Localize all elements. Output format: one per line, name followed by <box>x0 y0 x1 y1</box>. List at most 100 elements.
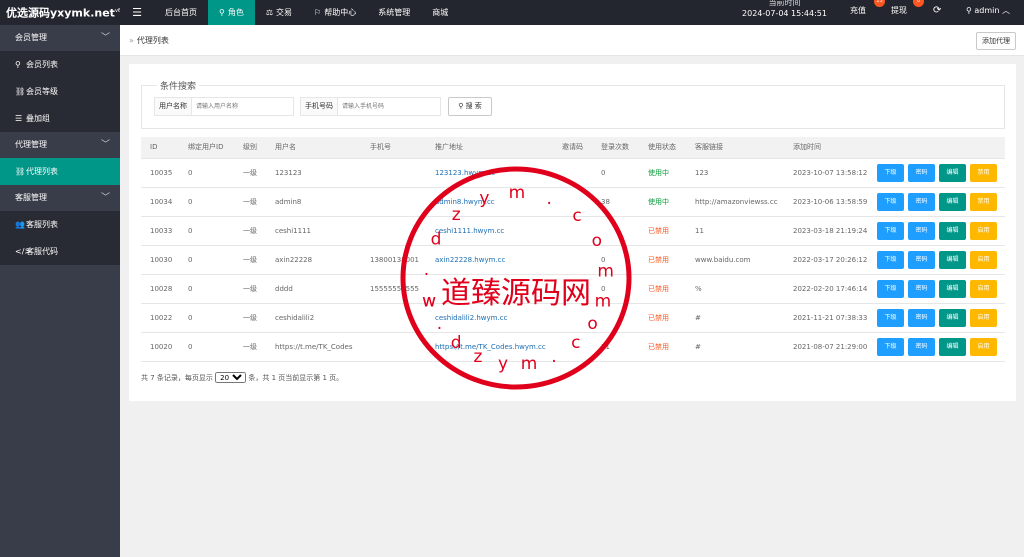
password-button[interactable]: 密码 <box>908 250 935 269</box>
cell-service: 123 <box>686 158 784 188</box>
stamp-ring-top-char: o <box>592 231 602 251</box>
sidebar-item-label: 客服列表 <box>26 220 58 229</box>
sidebar-item-2-1[interactable]: </>客服代码 <box>0 238 120 265</box>
cell-service: # <box>686 332 784 362</box>
toggle-status-button[interactable]: 启用 <box>970 337 997 356</box>
toggle-status-button[interactable]: 启用 <box>970 221 997 240</box>
toggle-status-button[interactable]: 启用 <box>970 279 997 298</box>
table-header: ID 绑定用户ID 级别 用户名 手机号 推广地址 邀请码 登录次数 使用状态 客服链接 添加时间 <box>141 137 1005 159</box>
column-header: 用户名 <box>266 137 361 159</box>
sidebar-submenu: 👥客服列表 </>客服代码 <box>0 211 120 265</box>
cell-level: 一级 <box>234 216 266 246</box>
sidebar-item-2-0[interactable]: 👥客服列表 <box>0 211 120 238</box>
chevron-down-icon: ﹀ <box>100 140 110 150</box>
password-button[interactable]: 密码 <box>908 279 935 298</box>
edit-button[interactable]: 编辑 <box>939 250 966 269</box>
sidebar-item-label: 客服代码 <box>26 247 58 256</box>
nav-item-5[interactable]: 商城 <box>421 0 459 25</box>
column-header: 使用状态 <box>639 137 686 159</box>
subordinate-button[interactable]: 下级 <box>877 279 904 298</box>
sidebar-group-0[interactable]: 会员管理 ﹀ <box>0 25 120 51</box>
column-header <box>873 137 1005 159</box>
user-icon: ⚲ <box>219 8 225 17</box>
recharge-button[interactable]: 充值 25 <box>850 0 885 25</box>
toggle-status-button[interactable]: 禁用 <box>970 163 997 182</box>
chevron-down-icon: ﹀ <box>100 193 110 203</box>
cell-bind: 0 <box>179 245 234 275</box>
cell-username: axin22228 <box>266 245 361 275</box>
sidebar-group-label: 客服管理 <box>15 193 47 202</box>
sidebar-item-label: 会员列表 <box>26 60 58 69</box>
nav-item-3[interactable]: ⚐ 帮助中心 <box>303 0 367 25</box>
withdraw-button[interactable]: 提现 0 <box>891 0 924 25</box>
sidebar-item-0-2[interactable]: ☰ 叠加组 <box>0 105 120 132</box>
sidebar-item-label: 叠加组 <box>26 114 50 123</box>
edit-button[interactable]: 编辑 <box>939 308 966 327</box>
search-icon: ⚲ <box>458 102 464 110</box>
username-input[interactable] <box>192 98 290 115</box>
nav-item-4[interactable]: 系统管理 <box>367 0 421 25</box>
cell-time: 2021-11-21 07:38:33 <box>784 303 873 333</box>
cell-id: 10033 <box>141 216 179 246</box>
toggle-status-button[interactable]: 启用 <box>970 308 997 327</box>
brand-name: 优选源码yxymk.net <box>6 6 115 20</box>
password-button[interactable]: 密码 <box>908 337 935 356</box>
sidebar-group-2[interactable]: 客服管理 ﹀ <box>0 185 120 211</box>
withdraw-label: 提现 <box>891 6 907 15</box>
flag-icon: ⚐ <box>314 8 322 17</box>
password-button[interactable]: 密码 <box>908 163 935 182</box>
user-menu[interactable]: ⚲ admin ︿ <box>966 0 1010 25</box>
edit-button[interactable]: 编辑 <box>939 163 966 182</box>
toggle-status-button[interactable]: 启用 <box>970 250 997 269</box>
edit-button[interactable]: 编辑 <box>939 337 966 356</box>
subordinate-button[interactable]: 下级 <box>877 163 904 182</box>
cell-time: 2021-08-07 21:29:00 <box>784 332 873 362</box>
subordinate-button[interactable]: 下级 <box>877 250 904 269</box>
stamp-ring-bottom-char: . <box>437 314 442 334</box>
per-page-select[interactable]: 20 <box>215 372 247 383</box>
link-icon: ⛓ <box>15 167 26 176</box>
column-header: 手机号 <box>361 137 426 159</box>
stamp-title: 道臻源码网 <box>441 276 591 311</box>
sidebar-item-0-1[interactable]: ⛓会员等级 <box>0 78 120 105</box>
search-button[interactable]: ⚲ 搜 索 <box>448 97 492 116</box>
stamp-ring-bottom-char: m <box>521 354 538 374</box>
subordinate-button[interactable]: 下级 <box>877 337 904 356</box>
sidebar-group-1[interactable]: 代理管理 ﹀ <box>0 132 120 158</box>
cell-actions: 下级 密码 编辑 启用 <box>873 216 1005 246</box>
cell-username: admin8 <box>266 187 361 217</box>
search-button-label: 搜 索 <box>465 102 482 110</box>
password-button[interactable]: 密码 <box>908 192 935 211</box>
scale-icon: ⚖ <box>265 8 274 17</box>
cell-time: 2022-03-17 20:26:12 <box>784 245 873 275</box>
cell-id: 10035 <box>141 158 179 188</box>
nav-item-1[interactable]: ⚲ 角色 <box>208 0 255 25</box>
cell-status: 使用中 <box>639 187 686 217</box>
edit-button[interactable]: 编辑 <box>939 192 966 211</box>
cell-id: 10028 <box>141 274 179 304</box>
subordinate-button[interactable]: 下级 <box>877 221 904 240</box>
sidebar-item-1-0[interactable]: ⛓代理列表 <box>0 158 120 185</box>
nav-item-2[interactable]: ⚖ 交易 <box>255 0 303 25</box>
add-agent-button[interactable]: 添加代理 <box>976 32 1016 50</box>
toggle-status-button[interactable]: 禁用 <box>970 192 997 211</box>
cell-time: 2023-10-06 13:58:59 <box>784 187 873 217</box>
edit-button[interactable]: 编辑 <box>939 279 966 298</box>
subordinate-button[interactable]: 下级 <box>877 308 904 327</box>
cell-level: 一级 <box>234 187 266 217</box>
cell-status: 已禁用 <box>639 303 686 333</box>
brand-logo[interactable]: 优选源码yxymk.netv6 <box>0 0 120 25</box>
subordinate-button[interactable]: 下级 <box>877 192 904 211</box>
phone-input[interactable] <box>338 98 437 115</box>
nav-item-0[interactable]: 后台首页 <box>154 0 208 25</box>
edit-button[interactable]: 编辑 <box>939 221 966 240</box>
password-button[interactable]: 密码 <box>908 221 935 240</box>
cell-id: 10020 <box>141 332 179 362</box>
menu-toggle-icon[interactable]: ☰ <box>127 0 147 25</box>
sidebar-item-0-0[interactable]: ⚲ 会员列表 <box>0 51 120 78</box>
password-button[interactable]: 密码 <box>908 308 935 327</box>
refresh-icon[interactable]: ⟳ <box>933 0 941 25</box>
sidebar-item-label: 代理列表 <box>26 167 58 176</box>
cell-id: 10022 <box>141 303 179 333</box>
top-nav: 后台首页 ⚲ 角色 ⚖ 交易 ⚐ 帮助中心 系统管理 商城 <box>154 0 459 25</box>
